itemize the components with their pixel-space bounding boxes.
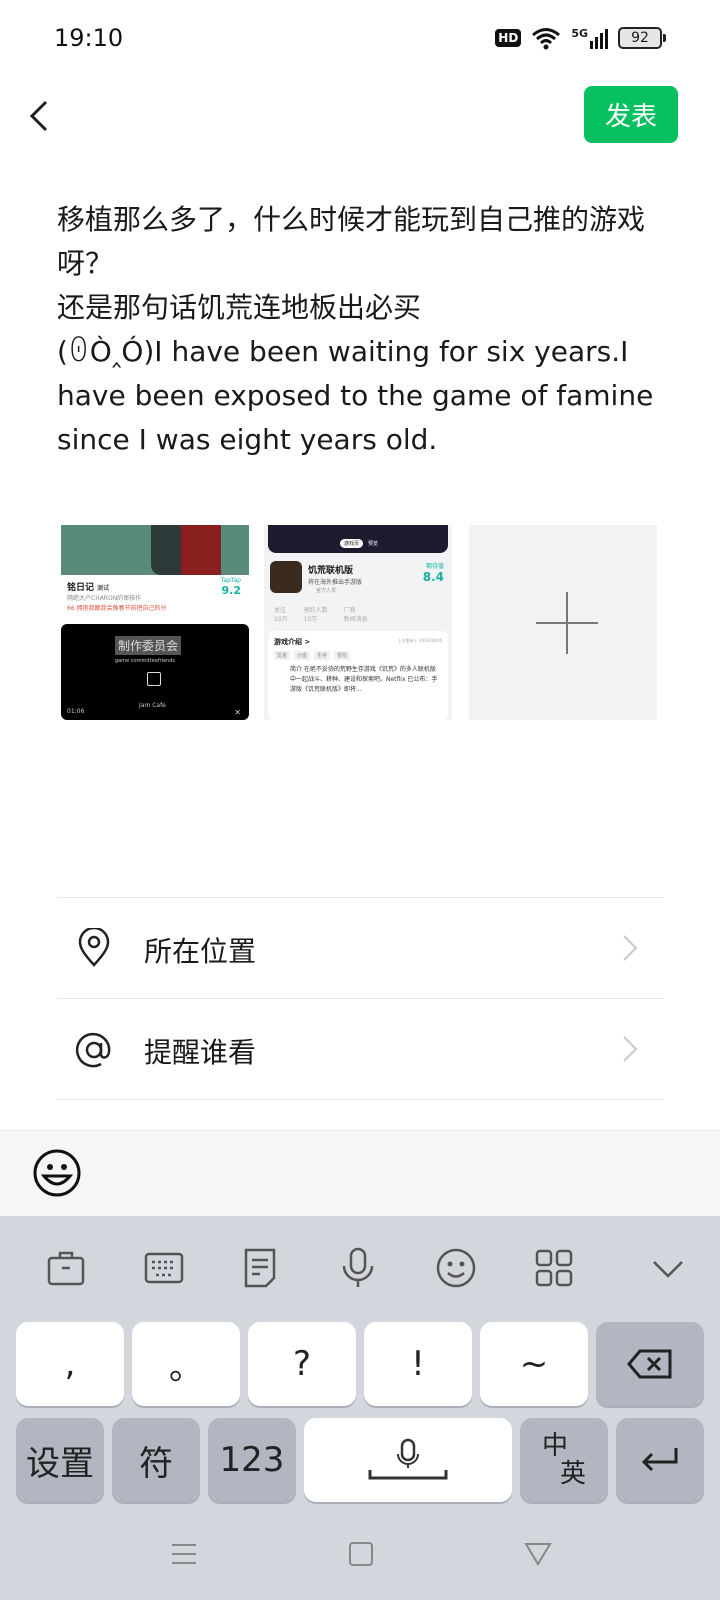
emoji-icon[interactable] [434, 1246, 478, 1290]
thumb1-quote: 66 拥抱我跟我会像春节前把自己的分 [67, 605, 167, 612]
location-label: 所在位置 [144, 935, 257, 968]
emoji-bar [0, 1130, 720, 1217]
thumb2-app-name: 饥荒联机版 [308, 566, 354, 576]
backspace-icon [627, 1349, 672, 1379]
mic-icon[interactable] [336, 1246, 380, 1290]
key-comma[interactable]: , [16, 1322, 124, 1406]
backspace-key[interactable] [596, 1322, 704, 1406]
publish-button[interactable]: 发表 [584, 86, 678, 143]
space-key[interactable] [304, 1418, 512, 1502]
collapse-icon[interactable] [646, 1246, 690, 1290]
lang-top-label: 中 [541, 1431, 568, 1461]
thumb2-stat-label-1: 关注 [274, 607, 287, 614]
thumb2-score-label: 期待值 [425, 563, 444, 570]
lang-bottom-label: 英 [559, 1459, 586, 1489]
key-period[interactable]: 。 [132, 1322, 240, 1406]
status-icons: HD 5G 92 [495, 26, 666, 50]
mention-label: 提醒谁看 [144, 1036, 257, 1069]
thumb2-score: 8.4 [422, 570, 444, 584]
divider [57, 1099, 664, 1100]
thumb1-artwork [61, 525, 249, 575]
home-nav-icon[interactable] [348, 1540, 374, 1568]
toolbox-icon[interactable] [44, 1246, 88, 1290]
thumb2-intro-card: 游戏介绍 > 上次更新于 2024/06/06 饥荒 沙盒 生存 冒险 简介 在… [268, 631, 448, 720]
key-question[interactable]: ? [248, 1322, 356, 1406]
chevron-right-icon [623, 935, 638, 961]
back-arrow-icon[interactable] [22, 96, 62, 136]
thumb2-app-icon [270, 561, 302, 593]
mute-icon: ✕ [234, 708, 241, 717]
thumb1-score: 9.2 [221, 584, 242, 597]
thumb1-video-title: 制作委员会 [115, 636, 182, 655]
thumb2-chip-3: 生存 [314, 651, 331, 660]
thumb2-stat-label-2: 预约人数 [303, 607, 328, 614]
thumb2-app-sub: 将在海外推出手游版 [308, 579, 363, 586]
emoji-icon[interactable] [32, 1148, 82, 1198]
thumb1-video-time: 01:06 [67, 708, 85, 715]
language-switch-key[interactable]: 中 英 [520, 1418, 608, 1502]
thumb2-tab-1: 游戏页 [340, 539, 364, 548]
thumb1-subtitle: 隔绝大户CHARON的审核作 [67, 595, 142, 602]
thumb2-stat-3: 新闻消息 [343, 616, 368, 623]
symbols-key[interactable]: 符 [112, 1418, 200, 1502]
thumb2-stat-label-3: 厂商 [343, 607, 356, 614]
thumb2-banner: 游戏页 预览 [268, 525, 448, 553]
key-exclamation[interactable]: ! [364, 1322, 472, 1406]
thumb2-app-meta: 官方人员 [316, 588, 337, 594]
thumb1-cup-icon [147, 672, 161, 686]
plus-icon-vertical [566, 592, 568, 654]
thumb1-score-label: TapTap [220, 577, 241, 584]
thumb2-desc: 简介 在绝不妥协的荒野生存游戏《饥荒》的多人联机版中一起战斗、耕种、建设和探索吧… [290, 666, 438, 693]
hd-badge: HD [495, 29, 522, 47]
network-label: 5G [571, 27, 588, 40]
image-thumbnail-1[interactable]: 铭日记 测试 TapTap 9.2 隔绝大户CHARON的审核作 66 拥抱我跟… [61, 525, 249, 720]
thumb2-tab-2: 预览 [368, 541, 379, 547]
key-tilde[interactable]: ~ [480, 1322, 588, 1406]
wifi-icon [532, 28, 561, 50]
back-nav-icon[interactable] [524, 1540, 552, 1568]
enter-key[interactable] [616, 1418, 704, 1502]
battery-indicator: 92 [618, 27, 666, 49]
thumb2-updated: 上次更新于 2024/06/06 [397, 638, 442, 643]
numbers-key[interactable]: 123 [208, 1418, 296, 1502]
thumb2-stat-1: 10万 [274, 616, 288, 623]
thumb1-video-sub: game committeefriends [115, 658, 176, 664]
enter-icon [641, 1448, 678, 1472]
apps-grid-icon[interactable] [532, 1246, 576, 1290]
location-pin-icon [78, 928, 110, 967]
status-time: 19:10 [54, 24, 124, 52]
clipboard-icon[interactable] [238, 1246, 282, 1290]
thumb1-tag: 测试 [97, 585, 110, 592]
chevron-right-icon [623, 1036, 638, 1062]
post-text-input[interactable]: 移植那么多了，什么时候才能玩到自己推的游戏呀？ 还是那句话饥荒连地板出必买 (ꏿ… [57, 198, 657, 462]
thumb1-video: 制作委员会 game committeefriends Jam Cafe 01:… [61, 624, 249, 720]
thumb2-chip-4: 冒险 [334, 651, 351, 660]
menu-nav-icon[interactable] [170, 1540, 198, 1568]
at-icon [75, 1032, 111, 1068]
thumb2-chip-2: 沙盒 [294, 651, 311, 660]
space-mic-icon [368, 1438, 448, 1480]
keyboard-icon[interactable] [142, 1246, 186, 1290]
thumb1-video-caption: Jam Cafe [139, 702, 166, 709]
thumb2-section: 游戏介绍 > [274, 638, 311, 646]
image-thumbnail-2[interactable]: 游戏页 预览 饥荒联机版 将在海外推出手游版 官方人员 期待值 8.4 关注 10… [264, 525, 452, 720]
thumb2-stats: 关注 10万 预约人数 10万 厂商新闻消息 [274, 605, 368, 623]
thumb2-chip-1: 饥荒 [274, 651, 291, 660]
signal-icon: 5G [571, 27, 608, 49]
thumb1-name: 铭日记 [67, 583, 95, 593]
settings-key[interactable]: 设置 [16, 1418, 104, 1502]
thumb2-stat-2: 10万 [303, 616, 318, 623]
